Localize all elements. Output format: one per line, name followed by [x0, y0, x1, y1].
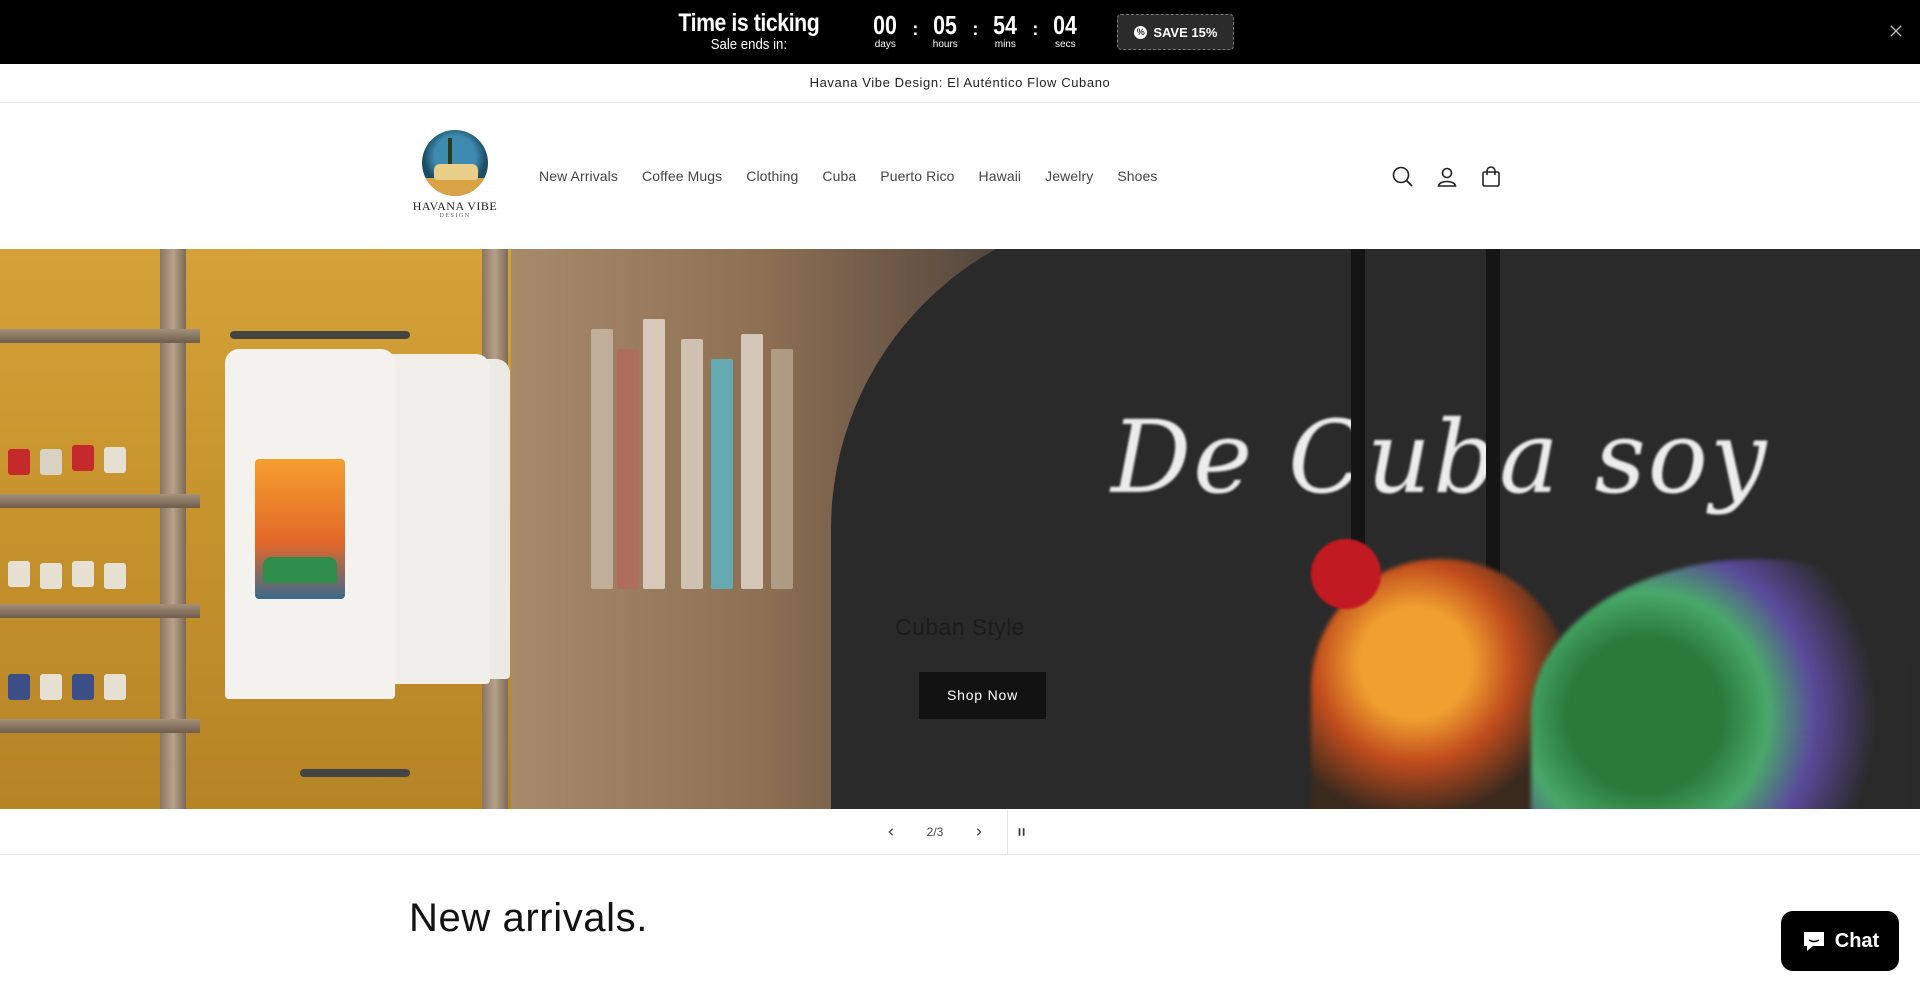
- hero-image-left: [0, 249, 511, 809]
- countdown-separator: :: [912, 18, 919, 39]
- countdown-days-label: days: [874, 39, 896, 50]
- logo-subtext: DESIGN: [439, 213, 471, 219]
- nav-item-coffee-mugs[interactable]: Coffee Mugs: [630, 165, 734, 187]
- countdown-hours-label: hours: [932, 39, 958, 50]
- countdown-separator: :: [1032, 18, 1039, 39]
- nav-item-jewelry[interactable]: Jewelry: [1033, 165, 1105, 187]
- countdown-bar: Time is ticking Sale ends in: 00 days : …: [0, 0, 1920, 64]
- countdown-separator: :: [972, 18, 979, 39]
- chat-icon: [1803, 932, 1824, 951]
- logo-emblem-icon: [422, 130, 488, 196]
- main-nav: New Arrivals Coffee Mugs Clothing Cuba P…: [527, 165, 1170, 187]
- countdown-secs: 04 secs: [1047, 12, 1083, 52]
- nav-item-clothing[interactable]: Clothing: [734, 165, 810, 187]
- cart-icon[interactable]: [1477, 163, 1505, 191]
- chat-label: Chat: [1834, 929, 1880, 952]
- logo[interactable]: HAVANA VIBE DESIGN: [412, 130, 498, 224]
- countdown-timer: 00 days : 05 hours : 54 mins : 04 secs: [867, 12, 1083, 52]
- hero-image-text: De Cuba soy: [1111, 399, 1769, 516]
- site-header: HAVANA VIBE DESIGN New Arrivals Coffee M…: [0, 103, 1920, 249]
- logo-text: HAVANA VIBE: [412, 199, 498, 213]
- countdown-days-value: 00: [873, 10, 898, 40]
- countdown-hours-value: 05: [933, 10, 958, 40]
- countdown-mins: 54 mins: [987, 12, 1023, 52]
- discount-badge-icon: %: [1134, 25, 1148, 39]
- nav-item-cuba[interactable]: Cuba: [810, 165, 868, 187]
- nav-item-new-arrivals[interactable]: New Arrivals: [527, 165, 630, 187]
- search-icon[interactable]: [1389, 163, 1417, 191]
- countdown-subtitle: Sale ends in:: [710, 36, 787, 53]
- nav-item-puerto-rico[interactable]: Puerto Rico: [868, 165, 966, 187]
- countdown-secs-label: secs: [1055, 39, 1076, 50]
- shop-now-button[interactable]: Shop Now: [919, 672, 1046, 719]
- save-discount-label: SAVE 15%: [1153, 24, 1218, 40]
- nav-item-hawaii[interactable]: Hawaii: [967, 165, 1034, 187]
- hero-image-right: De Cuba soy: [511, 249, 1920, 809]
- hero-slideshow: De Cuba soy Cuban Style Shop Now: [0, 249, 1920, 809]
- save-discount-button[interactable]: % SAVE 15%: [1117, 14, 1235, 50]
- announcement-bar: Havana Vibe Design: El Auténtico Flow Cu…: [0, 64, 1920, 103]
- countdown-title: Time is ticking: [678, 9, 819, 37]
- chevron-right-icon[interactable]: [959, 810, 999, 854]
- chat-button[interactable]: Chat: [1781, 911, 1899, 971]
- countdown-heading: Time is ticking Sale ends in:: [666, 10, 832, 54]
- shirt-print-image: [255, 459, 345, 599]
- pause-icon[interactable]: [1008, 810, 1036, 854]
- chevron-left-icon[interactable]: [871, 810, 911, 854]
- slide-counter: 2/3: [926, 825, 944, 839]
- hero-caption: Cuban Style: [895, 614, 1025, 640]
- account-icon[interactable]: [1433, 163, 1461, 191]
- countdown-secs-value: 04: [1053, 10, 1078, 40]
- countdown-mins-label: mins: [994, 39, 1016, 50]
- countdown-days: 00 days: [867, 12, 903, 52]
- header-icons: [1389, 163, 1521, 191]
- countdown-hours: 05 hours: [927, 12, 963, 52]
- slider-controls: 2/3: [0, 809, 1920, 855]
- section-title-new-arrivals: New arrivals.: [409, 896, 648, 940]
- countdown-mins-value: 54: [993, 10, 1018, 40]
- nav-item-shoes[interactable]: Shoes: [1105, 165, 1169, 187]
- close-icon[interactable]: [1884, 19, 1908, 43]
